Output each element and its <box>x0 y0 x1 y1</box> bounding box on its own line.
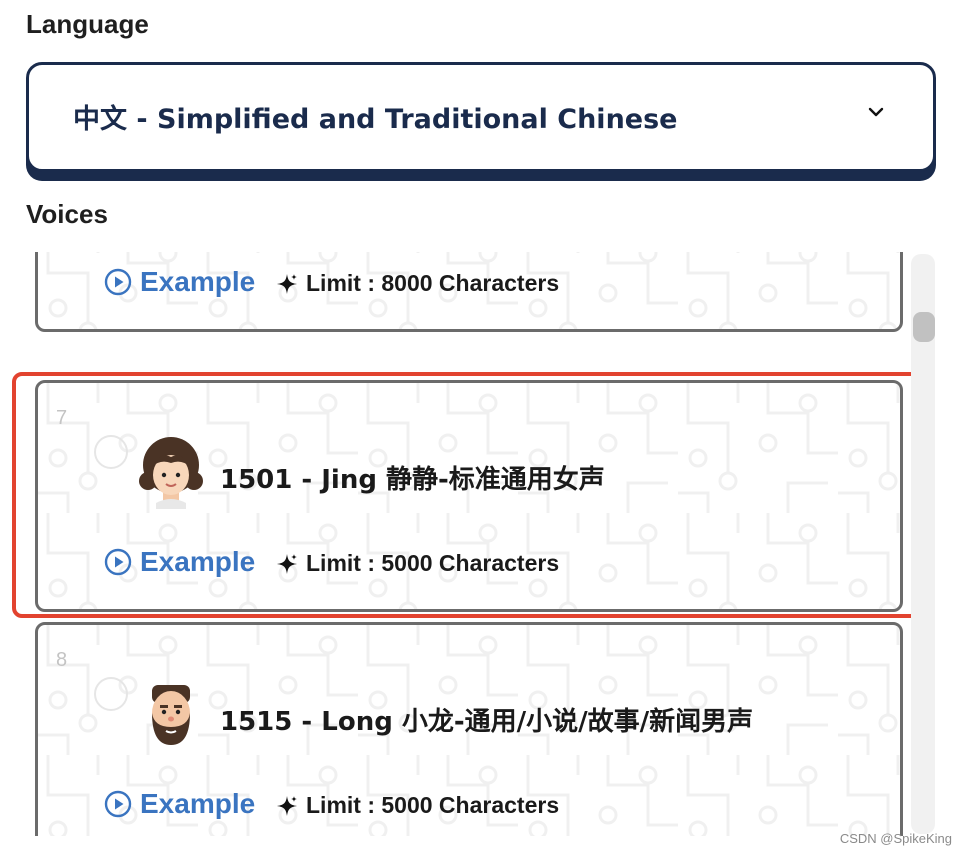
avatar-male-bearded <box>152 685 190 745</box>
example-label: Example <box>140 546 256 577</box>
play-circle-icon <box>104 548 132 576</box>
limit-label: Limit : 5000 Characters <box>306 792 560 818</box>
sparkle-icon <box>277 553 297 574</box>
voice-index: 8 <box>56 649 68 671</box>
voice-index: 7 <box>56 407 68 429</box>
sparkle-icon <box>277 273 297 294</box>
voices-heading: Voices <box>26 199 108 229</box>
chevron-down-icon <box>868 107 884 117</box>
character-limit: Limit : 5000 Characters <box>276 792 559 819</box>
voices-list[interactable]: Example Limit : 8000 Characters 7 1501 -… <box>26 252 936 836</box>
language-heading: Language <box>26 9 149 39</box>
decorative-circle <box>94 435 128 469</box>
limit-label: Limit : 5000 Characters <box>306 550 560 576</box>
play-circle-icon <box>104 790 132 818</box>
example-button[interactable]: Example <box>104 788 255 820</box>
voice-card[interactable]: Example Limit : 8000 Characters <box>35 252 903 332</box>
voice-name: 1501 - Jing 静静-标准通用女声 <box>220 465 605 495</box>
example-button[interactable]: Example <box>104 266 255 298</box>
avatar-female <box>139 437 203 509</box>
voice-card[interactable]: 8 1515 - Long 小龙-通用/小说/故事/新闻男声 Example L… <box>35 622 903 836</box>
play-circle-icon <box>104 268 132 296</box>
example-button[interactable]: Example <box>104 546 255 578</box>
voices-scrollbar-thumb[interactable] <box>913 312 935 342</box>
example-label: Example <box>140 788 256 819</box>
language-selected-value: 中文 - Simplified and Traditional Chinese <box>73 104 678 135</box>
example-label: Example <box>140 266 256 297</box>
voice-card-selected[interactable]: 7 1501 - Jing 静静-标准通用女声 Example Limit: … <box>35 380 903 612</box>
watermark: CSDN @SpikeKing <box>839 831 952 846</box>
sparkle-icon <box>277 795 297 816</box>
decorative-circle <box>94 677 128 711</box>
character-limit: Limit : 5000 Characters <box>276 550 559 577</box>
voice-name: 1515 - Long 小龙-通用/小说/故事/新闻男声 <box>220 707 754 737</box>
character-limit: Limit : 8000 Characters <box>276 270 559 297</box>
limit-label: Limit : 8000 Characters <box>306 270 560 296</box>
language-select[interactable]: 中文 - Simplified and Traditional Chinese <box>26 62 936 172</box>
